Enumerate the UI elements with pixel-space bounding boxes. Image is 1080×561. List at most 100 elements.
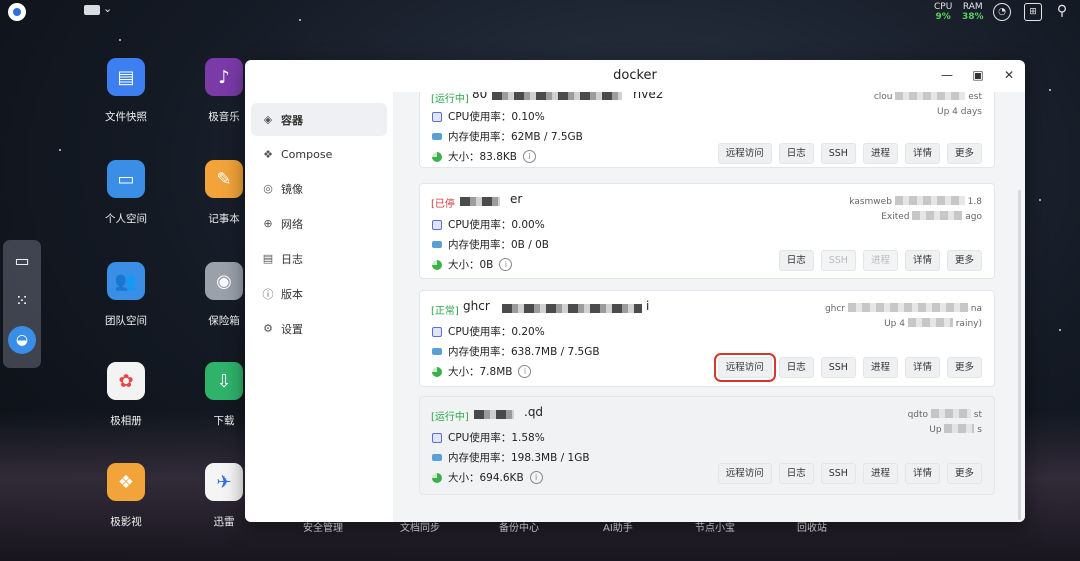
app-personal-space[interactable]: ▭ 个人空间: [86, 160, 166, 226]
detail-button[interactable]: 详情: [904, 357, 940, 378]
log-button[interactable]: 日志: [778, 357, 814, 378]
pie-icon: [432, 472, 442, 483]
container-card[interactable]: [运行中] 80 rive2 clou est Up 4 days CPU使用率…: [419, 92, 995, 168]
remote-access-button[interactable]: 远程访问: [713, 353, 776, 382]
process-button[interactable]: 进程: [862, 463, 898, 484]
sidebar-item-settings[interactable]: ⚙ 设置: [251, 312, 387, 345]
sidebar-item-network[interactable]: ⊕ 网络: [251, 207, 387, 240]
container-name: 80: [472, 92, 488, 101]
app-photos[interactable]: ✿ 极相册: [86, 362, 166, 428]
mem-value: 638.7MB / 7.5GB: [511, 345, 600, 358]
panel-icon[interactable]: ⊞: [1024, 3, 1042, 21]
log-button[interactable]: 日志: [778, 463, 814, 484]
cpu-value: 0.10%: [511, 110, 545, 123]
container-card[interactable]: [正常] ghcr i ghcr na Up 4 rainy) CPU使用率： 0…: [419, 290, 995, 387]
mem-label: 内存使用率：: [448, 131, 511, 143]
search-icon[interactable]: ⚲: [1054, 3, 1070, 19]
size-label: 大小：: [448, 472, 480, 484]
log-icon: ▤: [262, 252, 274, 265]
container-name: ghcr: [463, 299, 490, 313]
remote-access-button[interactable]: 远程访问: [717, 463, 772, 484]
pie-icon: [432, 151, 442, 162]
window-title: docker: [613, 68, 657, 83]
apps-grid-icon[interactable]: ⁙: [3, 280, 41, 320]
scrollbar[interactable]: [1018, 190, 1021, 520]
mem-label: 内存使用率：: [448, 239, 511, 251]
app-file-snapshot[interactable]: ▤ 文件快照: [86, 58, 166, 124]
ssh-button: SSH: [820, 250, 856, 271]
container-list: [运行中] 80 rive2 clou est Up 4 days CPU使用率…: [393, 92, 1025, 522]
info-icon[interactable]: i: [529, 471, 543, 484]
video-icon: ❖: [107, 463, 145, 501]
chevron-down-icon[interactable]: ⌄: [103, 2, 112, 15]
more-button[interactable]: 更多: [946, 463, 982, 484]
image-suffix: 1.8: [967, 197, 982, 207]
close-icon[interactable]: ✕: [1001, 67, 1017, 83]
user-avatar[interactable]: [84, 5, 100, 15]
detail-button[interactable]: 详情: [904, 463, 940, 484]
redaction-mask: [847, 303, 968, 312]
ssh-button[interactable]: SSH: [820, 357, 856, 378]
image-icon: ◎: [263, 182, 273, 195]
sidebar-item-label: 镜像: [281, 182, 303, 196]
sidebar-item-version[interactable]: ⓘ 版本: [251, 277, 387, 310]
maximize-icon[interactable]: ▣: [970, 67, 986, 83]
container-card[interactable]: [运行中] .qd qdto st Up s CPU使用率： 1.58% 内存使用…: [419, 396, 995, 495]
size-row: 大小： 7.8MB i: [432, 364, 532, 379]
system-logo-icon[interactable]: [8, 3, 26, 21]
log-button[interactable]: 日志: [778, 250, 814, 271]
detail-button[interactable]: 详情: [904, 250, 940, 271]
ssh-button[interactable]: SSH: [820, 143, 856, 164]
redaction-mask: [894, 196, 965, 205]
team-folder-icon: 👥: [107, 262, 145, 300]
info-icon[interactable]: i: [499, 258, 513, 271]
memory-icon: [432, 241, 442, 248]
uptime-suffix: s: [977, 425, 982, 435]
cpu-monitor[interactable]: CPU 9%: [934, 2, 952, 22]
more-button[interactable]: 更多: [946, 250, 982, 271]
pie-icon: [432, 259, 442, 270]
status-badge: [正常]: [431, 306, 459, 317]
sidebar: ◈ 容器 ❖ Compose ◎ 镜像 ⊕ 网络 ▤ 日志 ⓘ 版本 ⚙ 设置: [245, 92, 393, 522]
monitor-icon[interactable]: ▭: [3, 240, 41, 280]
sidebar-item-label: 网络: [281, 217, 303, 231]
sidebar-item-images[interactable]: ◎ 镜像: [251, 172, 387, 205]
compose-icon: ❖: [263, 148, 273, 161]
container-card[interactable]: [已停 er kasmweb 1.8 Exited ago CPU使用率： 0.0…: [419, 183, 995, 279]
uptime-suffix: ago: [965, 212, 982, 222]
more-button[interactable]: 更多: [946, 357, 982, 378]
ram-monitor[interactable]: RAM 38%: [962, 2, 984, 22]
process-button[interactable]: 进程: [862, 357, 898, 378]
redaction-mask: [895, 92, 966, 100]
uptime-suffix: rainy): [955, 319, 982, 329]
gauge-icon[interactable]: ◔: [993, 3, 1011, 21]
sidebar-item-compose[interactable]: ❖ Compose: [251, 138, 387, 171]
minimize-icon[interactable]: —: [939, 67, 955, 83]
info-icon[interactable]: i: [522, 150, 536, 163]
process-button: 进程: [862, 250, 898, 271]
mem-label: 内存使用率：: [448, 346, 511, 358]
cpu-row: CPU使用率： 0.00%: [432, 217, 545, 232]
more-button[interactable]: 更多: [946, 143, 982, 164]
app-team-space[interactable]: 👥 团队空间: [86, 262, 166, 328]
xunlei-icon: ✈: [205, 463, 243, 501]
size-label: 大小：: [448, 259, 480, 271]
log-button[interactable]: 日志: [778, 143, 814, 164]
info-icon[interactable]: i: [518, 365, 532, 378]
sidebar-item-logs[interactable]: ▤ 日志: [251, 242, 387, 275]
redaction-mask: [912, 211, 963, 220]
app-video[interactable]: ❖ 极影视: [86, 463, 166, 529]
sidebar-item-containers[interactable]: ◈ 容器: [251, 103, 387, 136]
redaction-mask: [492, 92, 622, 100]
window-titlebar[interactable]: docker — ▣ ✕: [245, 60, 1025, 92]
info-icon: ⓘ: [262, 287, 274, 301]
container-name-suffix: er: [510, 192, 523, 206]
remote-access-button[interactable]: 远程访问: [717, 143, 772, 164]
ssh-button[interactable]: SSH: [820, 463, 856, 484]
dock-docker[interactable]: ◒: [3, 320, 41, 360]
action-buttons: 日志 SSH 进程 详情 更多: [778, 250, 982, 271]
process-button[interactable]: 进程: [862, 143, 898, 164]
sidebar-item-label: 日志: [281, 252, 303, 266]
size-value: 0B: [479, 258, 494, 271]
detail-button[interactable]: 详情: [904, 143, 940, 164]
